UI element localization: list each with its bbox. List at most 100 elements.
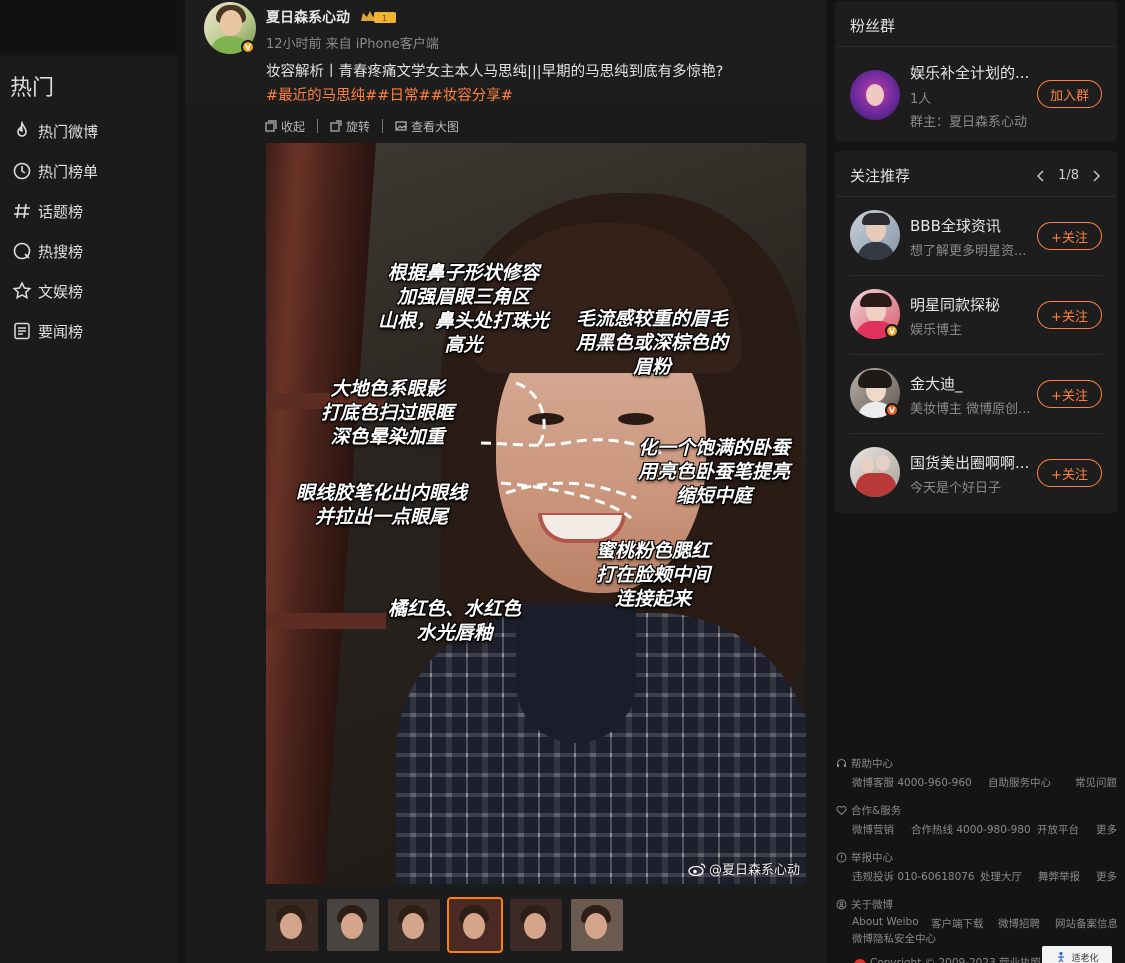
nav-item-topics[interactable]: 话题榜 [12,199,83,223]
post-text: 妆容解析丨青春疼痛文学女主本人马思纯|||早期的马思纯到底有多惊艳? [266,64,724,80]
image-caption-brow: 毛流感较重的眉毛 用黑色或深棕色的 眉粉 [576,307,728,379]
image-watermark: @夏日森系心动 [688,859,800,878]
recommend-item[interactable]: V 明星同款探秘 娱乐博主 +关注 [835,276,1117,355]
thumb-face [524,913,546,939]
alert-icon [836,852,847,863]
caption-text: 根据鼻子形状修容 加强眉眼三角区 山根，鼻头处打珠光 高光 [378,262,550,356]
recommend-name[interactable]: 明星同款探秘 [910,294,1000,315]
thumbnail-2[interactable] [327,899,379,951]
post-large-image[interactable]: 根据鼻子形状修容 加强眉眼三角区 山根，鼻头处打珠光 高光 毛流感较重的眉毛 用… [266,143,806,884]
recommend-title: 关注推荐 [850,167,911,185]
group-avatar[interactable] [850,70,900,120]
nav-item-news[interactable]: 要闻榜 [12,319,83,343]
footer-link[interactable]: About Weibo [852,916,919,928]
recommend-name[interactable]: 国货美出圈啊啊... [910,452,1029,473]
image-caption-eyeshadow: 大地色系眼影 打底色扫过眼眶 深色晕染加重 [321,377,454,449]
rotate-icon [330,120,342,132]
news-icon [14,322,30,340]
toolbar-divider [382,119,384,133]
recommend-avatar[interactable] [850,210,900,260]
nav-item-entertainment[interactable]: 文娱榜 [12,279,83,303]
view-large-label: 查看大图 [411,119,460,134]
footer-section-title: 举报中心 [851,852,893,864]
nav-item-hot-search[interactable]: 热搜榜 [12,239,83,263]
image-caption-nose: 根据鼻子形状修容 加强眉眼三角区 山根，鼻头处打珠光 高光 [378,261,549,357]
footer-link[interactable]: 舞弊举报 [1038,869,1080,884]
recommend-item[interactable]: V 金大迪_ 美妆博主 微博原创... +关注 [835,355,1117,434]
watermark-text: @夏日森系心动 [708,863,800,878]
thumb-face [463,913,485,939]
footer-section-title: 帮助中心 [851,758,893,770]
footer-link[interactable]: 处理大厅 [980,869,1022,884]
thumbnail-5[interactable] [510,899,562,951]
nav-item-hot-list[interactable]: 热门榜单 [12,159,98,183]
recommend-pager: 1/8 [1036,168,1101,183]
fan-group-title: 粉丝群 [850,17,896,35]
footer-copyright: Copyright © 2009-2023 营业执照 [854,955,1041,963]
group-name[interactable]: 娱乐补全计划的... [910,62,1029,83]
group-owner: 群主：夏日森系心动 [910,115,1028,130]
avatar-face [220,10,242,36]
search-icon [13,242,31,260]
footer-link[interactable]: 微博营销 [852,822,894,837]
footer-link[interactable]: 自助服务中心 [988,775,1051,790]
footer-link[interactable]: 合作热线 4000-980-980 [911,822,1031,837]
verified-badge-icon: V [241,40,255,54]
recommend-name[interactable]: 金大迪_ [910,373,963,394]
collapse-button[interactable]: 收起 [265,118,317,135]
follow-button[interactable]: +关注 [1037,459,1102,487]
footer-link[interactable]: 微博客服 4000-960-960 [852,775,972,790]
avatar-face [860,457,874,473]
left-nav: 热门 热门微博 热门榜单 话题榜 热搜榜 文娱榜 要闻榜 [0,56,177,963]
view-large-button[interactable]: 查看大图 [395,118,471,135]
recommend-avatar[interactable] [850,447,900,497]
thumbnail-3[interactable] [388,899,440,951]
recommend-desc: 美妆博主 微博原创... [910,402,1031,417]
nav-item-label: 热搜榜 [38,242,84,261]
group-member-count: 1人 [910,92,932,107]
follow-button[interactable]: +关注 [1037,222,1102,250]
caption-text: 化一个饱满的卧蚕 用亮色卧蚕笔提亮 缩短中庭 [638,437,791,507]
elderly-mode-badge[interactable]: 适老化 [1042,946,1112,963]
footer-link[interactable]: 更多 [1096,822,1117,837]
rotate-button[interactable]: 旋转 [330,118,382,135]
follow-button[interactable]: +关注 [1037,380,1102,408]
thumb-face [402,913,424,939]
footer-report-title: 举报中心 [836,850,893,865]
footer-link[interactable]: 微博招聘 [998,916,1040,931]
avatar-hair [860,293,892,307]
post-tags[interactable]: #最近的马思纯##日常##妆容分享# [266,84,513,105]
footer-link-privacy[interactable]: 微博隐私安全中心 [852,931,936,946]
recommend-item[interactable]: 国货美出圈啊啊... 今天是个好日子 +关注 [835,434,1117,513]
page-indicator: 1/8 [1058,168,1079,183]
nav-title: 热门 [10,76,55,101]
weibo-logo-icon [688,862,706,876]
footer-link[interactable]: 更多 [1096,869,1117,884]
chevron-left-icon[interactable] [1036,170,1046,182]
recommend-desc: 今天是个好日子 [910,481,1002,496]
thumbnail-4[interactable] [447,897,503,953]
footer-about-title: 关于微博 [836,897,893,912]
crown-icon: 1 [361,11,396,23]
footer-link[interactable]: 网站备案信息 [1055,916,1118,931]
avatar-shirt [856,473,896,497]
image-caption-eyeliner: 眼线胶笔化出内眼线 并拉出一点眼尾 [296,481,467,529]
footer-link[interactable]: 常见问题 [1075,775,1117,790]
recommend-name[interactable]: BBB全球资讯 [910,215,1001,236]
top-left-bar [0,0,177,50]
copyright-text: Copyright © 2009-2023 营业执照 [870,957,1042,963]
star-icon [12,281,32,300]
avatar-hair [858,370,892,388]
author-name[interactable]: 夏日森系心动 [266,7,350,27]
thumbnail-1[interactable] [266,899,318,951]
footer-link[interactable]: 客户端下载 [931,916,984,931]
follow-button[interactable]: +关注 [1037,301,1102,329]
footer-link[interactable]: 违规投诉 010-60618076 [852,869,975,884]
footer-help-title: 帮助中心 [836,756,893,771]
thumbnail-6[interactable] [571,899,623,951]
footer-link[interactable]: 开放平台 [1037,822,1079,837]
join-group-button[interactable]: 加入群 [1037,80,1102,108]
recommend-item[interactable]: BBB全球资讯 想了解更多明星资... +关注 [835,197,1117,276]
nav-item-hot-weibo[interactable]: 热门微博 [12,119,98,143]
chevron-right-icon[interactable] [1091,170,1101,182]
